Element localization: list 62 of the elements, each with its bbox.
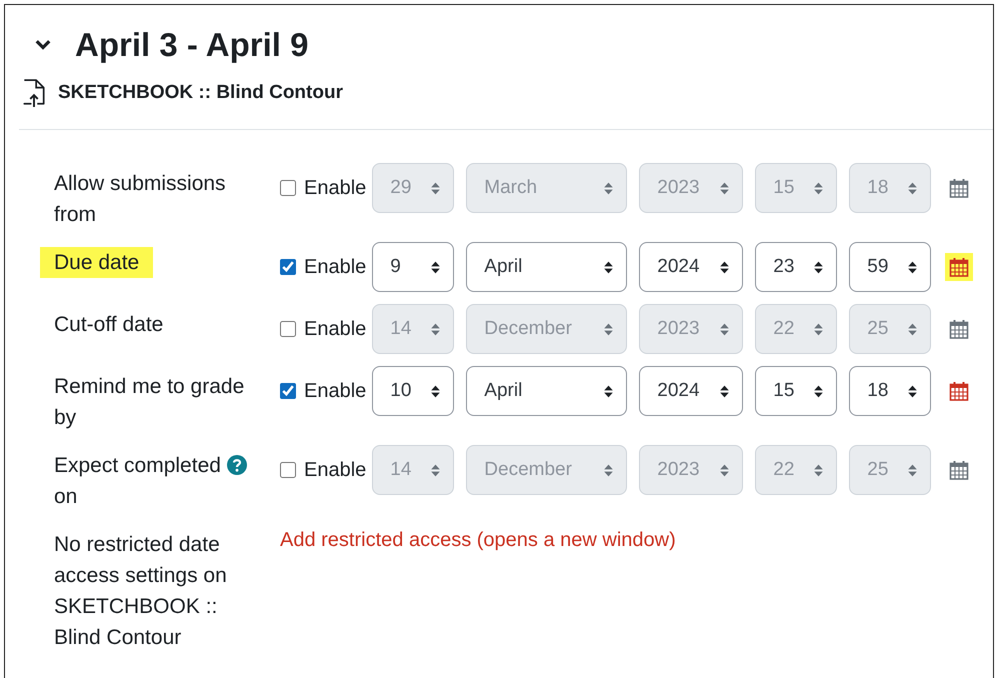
- calendar-icon[interactable]: [949, 381, 970, 401]
- calendar-icon[interactable]: [949, 319, 970, 339]
- sort-arrows-icon: [907, 260, 918, 274]
- field-label: on: [54, 485, 78, 508]
- enable-checkbox[interactable]: [280, 321, 296, 337]
- enable-checkbox[interactable]: [280, 383, 296, 399]
- activity-name[interactable]: SKETCHBOOK :: Blind Contour: [58, 82, 343, 104]
- sort-arrows-icon: [813, 260, 824, 274]
- year-select[interactable]: 2024: [639, 366, 744, 416]
- sort-arrows-icon: [907, 180, 918, 196]
- enable-label[interactable]: Enable: [304, 458, 366, 482]
- sort-arrows-icon: [430, 384, 442, 398]
- sort-arrows-icon: [603, 322, 614, 336]
- enable-checkbox[interactable]: [280, 259, 296, 275]
- field-label: Allow submissions from: [54, 172, 226, 226]
- field-label: Due date: [40, 247, 154, 278]
- hour-select[interactable]: 23: [755, 242, 838, 292]
- hour-select[interactable]: 15: [755, 366, 838, 416]
- minute-select[interactable]: 59: [849, 242, 932, 292]
- calendar-icon[interactable]: [949, 460, 970, 480]
- sort-arrows-icon: [719, 180, 730, 196]
- sort-arrows-icon: [813, 462, 824, 478]
- sort-arrows-icon: [719, 462, 730, 478]
- sort-arrows-icon: [907, 384, 918, 398]
- enable-label[interactable]: Enable: [304, 318, 366, 340]
- restriction-note: No restricted date access settings on SKETCHBOOK :: Blind Contour: [54, 533, 227, 649]
- enable-checkbox[interactable]: [280, 462, 296, 478]
- add-restricted-access-link[interactable]: Add restricted access (opens a new window): [280, 524, 676, 552]
- month-select[interactable]: April: [466, 242, 628, 292]
- minute-select[interactable]: 18: [849, 366, 932, 416]
- enable-checkbox[interactable]: [280, 180, 296, 196]
- enable-label[interactable]: Enable: [304, 256, 366, 278]
- year-select[interactable]: 2024: [639, 242, 744, 292]
- sort-arrows-icon: [603, 462, 614, 478]
- sort-arrows-icon: [719, 384, 730, 398]
- sort-arrows-icon: [719, 322, 730, 336]
- enable-label[interactable]: Enable: [304, 380, 366, 402]
- sort-arrows-icon: [430, 180, 442, 196]
- sort-arrows-icon: [430, 260, 442, 274]
- sort-arrows-icon: [603, 180, 614, 196]
- month-select[interactable]: April: [466, 366, 628, 416]
- field-label: Expect completed: [54, 454, 221, 477]
- sort-arrows-icon: [813, 180, 824, 196]
- sort-arrows-icon: [430, 462, 442, 478]
- day-select[interactable]: 10: [372, 366, 454, 416]
- section-title: April 3 - April 9: [75, 25, 308, 65]
- sort-arrows-icon: [907, 322, 918, 336]
- enable-label[interactable]: Enable: [304, 176, 366, 200]
- calendar-icon[interactable]: [949, 257, 970, 277]
- sort-arrows-icon: [603, 384, 614, 398]
- sort-arrows-icon: [603, 260, 614, 274]
- calendar-icon[interactable]: [949, 178, 970, 198]
- field-label: Cut-off date: [54, 313, 164, 336]
- sort-arrows-icon: [813, 384, 824, 398]
- field-label: Remind me to grade by: [54, 375, 244, 429]
- sort-arrows-icon: [719, 260, 730, 274]
- sort-arrows-icon: [907, 462, 918, 478]
- sort-arrows-icon: [813, 322, 824, 336]
- file-upload-icon: [23, 79, 45, 107]
- day-select[interactable]: 9: [372, 242, 454, 292]
- sort-arrows-icon: [430, 322, 442, 336]
- help-icon[interactable]: [226, 455, 247, 475]
